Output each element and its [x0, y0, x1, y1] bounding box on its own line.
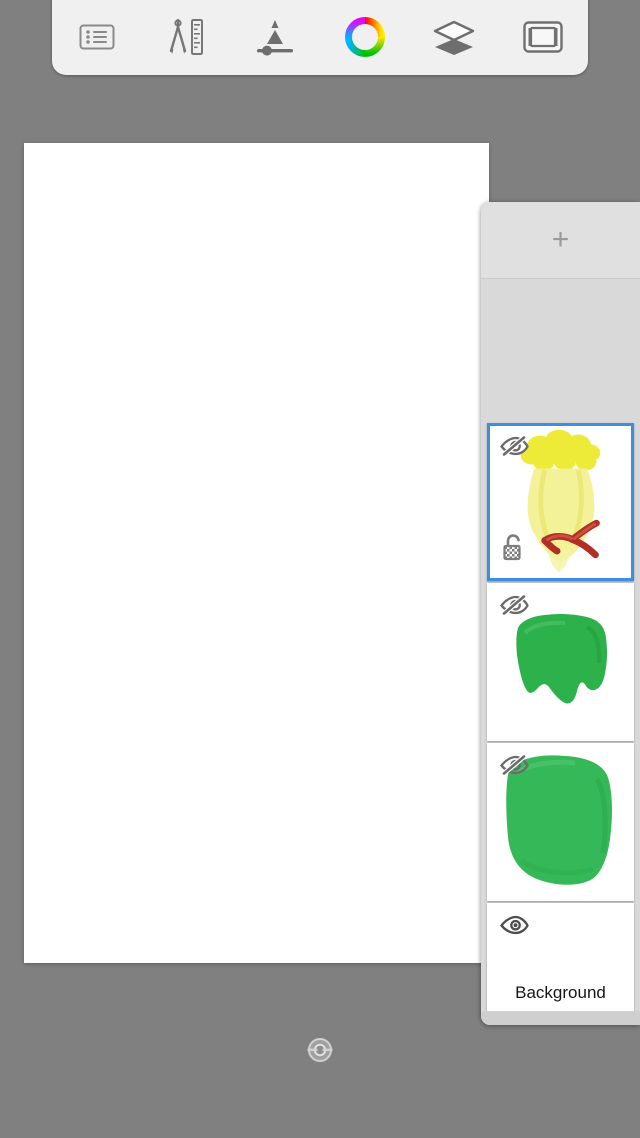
- layers-panel: + Background: [481, 202, 640, 1025]
- drawing-canvas[interactable]: [24, 143, 489, 963]
- reset-rotation-icon: [306, 1038, 334, 1068]
- eye-hidden-icon[interactable]: [499, 753, 529, 777]
- canvas-frame-icon: [522, 19, 564, 55]
- layers-button[interactable]: [421, 7, 487, 67]
- top-toolbar: [52, 0, 588, 75]
- layer-name-label: Background: [515, 983, 606, 1002]
- plus-icon: +: [551, 223, 570, 256]
- list-menu-icon: [77, 21, 117, 53]
- menu-button[interactable]: [64, 7, 130, 67]
- brush-button[interactable]: [242, 7, 308, 67]
- add-layer-button[interactable]: +: [481, 202, 640, 279]
- eye-hidden-icon[interactable]: [499, 434, 529, 458]
- brush-size-slider-icon: [252, 17, 298, 57]
- tools-button[interactable]: [153, 7, 219, 67]
- layers-panel-footer: [481, 1011, 640, 1025]
- fullscreen-button[interactable]: [510, 7, 576, 67]
- layer-item[interactable]: [487, 583, 634, 741]
- eye-hidden-icon[interactable]: [499, 593, 529, 617]
- eye-visible-icon[interactable]: [499, 913, 529, 937]
- layer-item[interactable]: [487, 743, 634, 901]
- sketchbook-app-window: + Background: [0, 0, 640, 1138]
- color-wheel-icon: [343, 15, 387, 59]
- layer-list: Background: [481, 423, 640, 1023]
- color-button[interactable]: [332, 7, 398, 67]
- compass-ruler-icon: [164, 16, 208, 58]
- unlocked-padlock-icon[interactable]: [502, 534, 526, 562]
- layer-item[interactable]: [487, 423, 634, 581]
- reset-rotation-button[interactable]: [306, 1036, 334, 1064]
- layer-list-scroll[interactable]: Background: [481, 279, 640, 1025]
- layers-stack-icon: [431, 17, 477, 57]
- layer-item-background[interactable]: Background: [487, 903, 634, 1021]
